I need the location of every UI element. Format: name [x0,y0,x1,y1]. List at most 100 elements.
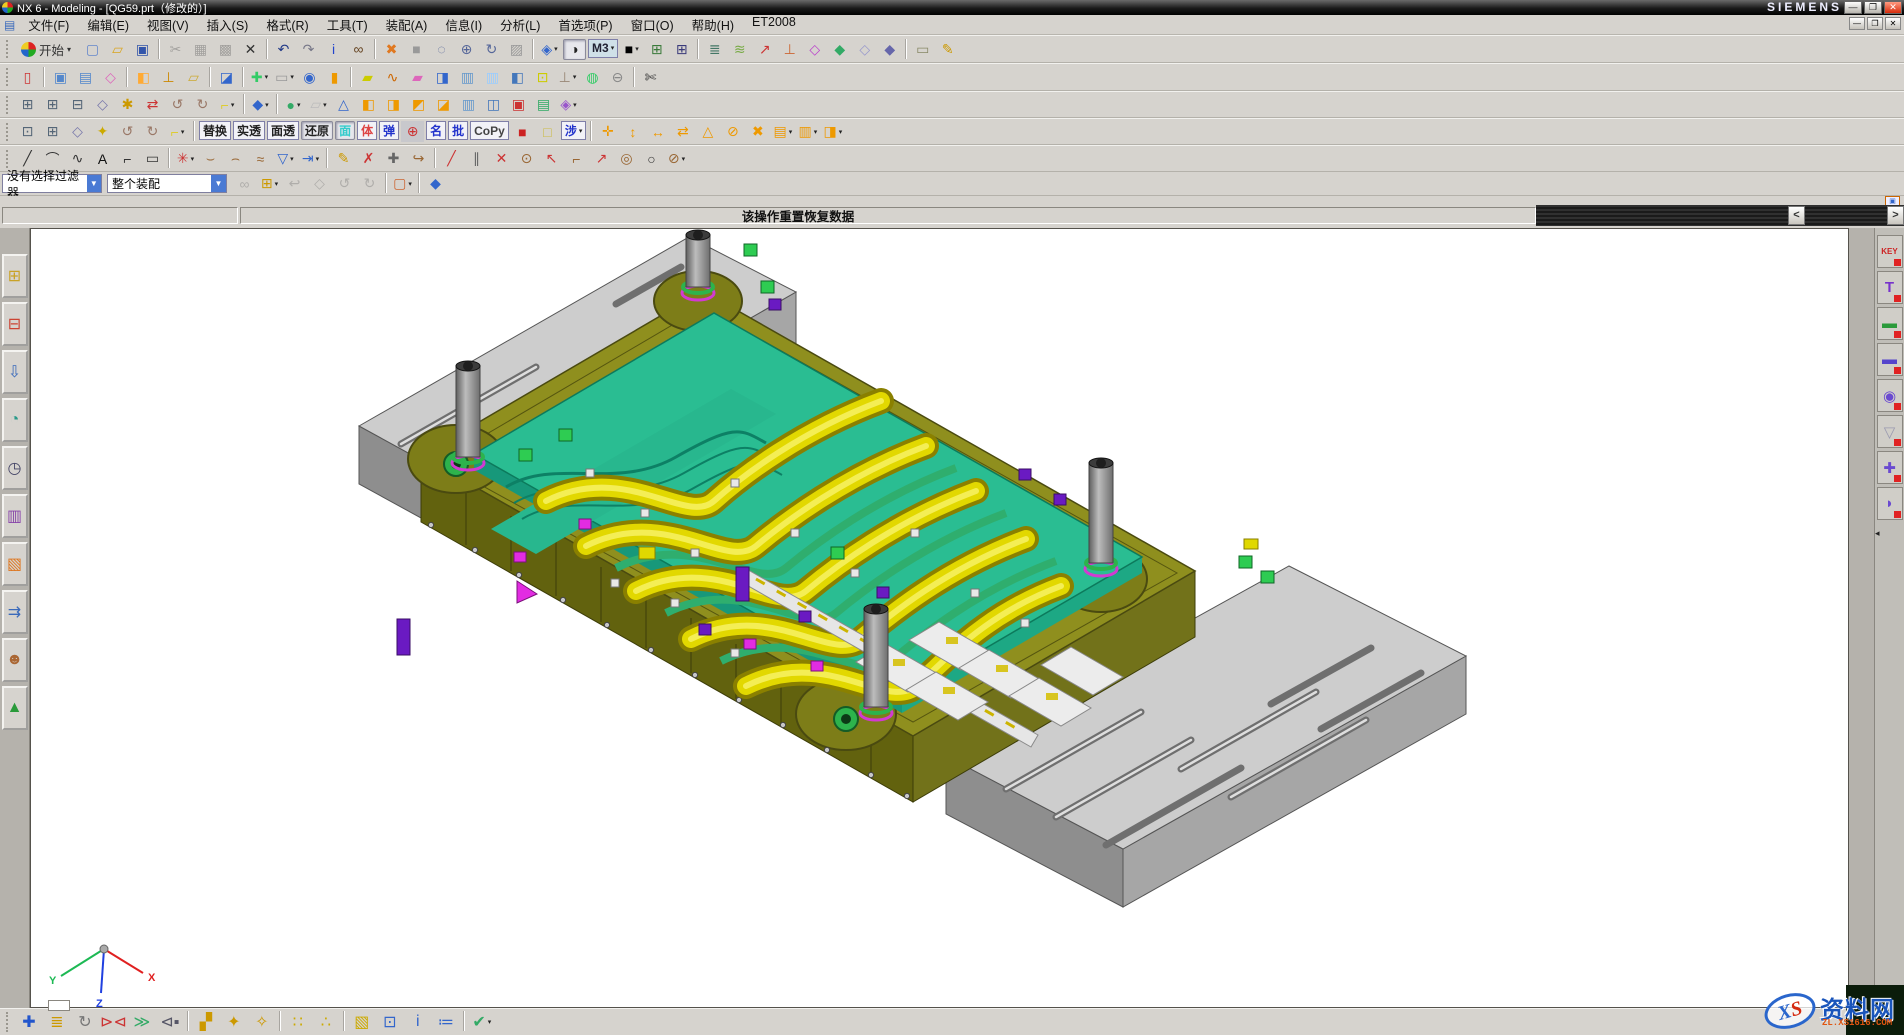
trim-corner-button[interactable]: ⌣ [199,148,222,169]
sphere-button[interactable]: ◉ [298,67,321,88]
fill-view-button[interactable]: ■ [405,39,428,60]
move-component-button[interactable]: ✛ [596,121,619,142]
body-button[interactable]: 体 [357,121,377,140]
find-button[interactable]: ∞ [347,39,370,60]
measure-button[interactable]: ▭ [911,39,934,60]
sheet-plane-button[interactable]: ▱ [307,94,330,115]
scroll-left-button[interactable]: < [1788,206,1805,225]
solid-transparent-button[interactable]: 实透 [233,121,265,140]
open-file-button[interactable]: ▱ [106,39,129,60]
tube-button[interactable]: ◪ [432,94,455,115]
undo-selection-button[interactable]: ↩ [283,173,306,194]
point-button[interactable]: ✚ [248,67,271,88]
menu-file[interactable]: 文件(F) [19,14,78,35]
funnel-library-item[interactable]: ▽ [1877,415,1903,448]
cross-library-item[interactable]: ✚ [1877,451,1903,484]
rotate-ccw-button[interactable]: ↺ [333,173,356,194]
point-set-button[interactable]: ✳ [174,148,197,169]
window-cube-button[interactable]: ⊡ [377,1011,403,1034]
sketch-button[interactable]: ▱ [182,67,205,88]
arc-left-button[interactable]: ↺ [166,94,189,115]
blue-block-library-item[interactable]: ▬ [1877,343,1903,376]
menu-edit[interactable]: 编辑(E) [78,14,138,35]
process-tab[interactable]: ⇉ [2,590,28,634]
red-feature-button[interactable]: ▣ [507,94,530,115]
delete-button[interactable]: ✕ [239,39,262,60]
text-curve-button[interactable]: A [91,148,114,169]
sheet-button[interactable]: ▰ [356,67,379,88]
green-block-library-item[interactable]: ▬ [1877,307,1903,340]
zoom-circle-button[interactable]: ◌ [430,39,453,60]
product-outline-button[interactable]: ▧ [349,1011,375,1034]
assembly-info-button[interactable]: i [405,1011,431,1034]
pair-component-button[interactable]: ▥ [796,121,819,142]
graphics-viewport[interactable]: Y X Z [30,228,1849,1008]
face-transparent-button[interactable]: 面透 [267,121,299,140]
role-palette-button[interactable]: ◇ [803,39,826,60]
diamond-view-button[interactable]: ◇ [66,121,89,142]
wave-editor-button[interactable]: ✦ [221,1011,247,1034]
menu-help[interactable]: 帮助(H) [683,14,743,35]
tube-arrow-button[interactable]: ⇥ [299,148,322,169]
assembly-navigator-tab[interactable]: ⊞ [2,254,28,298]
menu-assemblies[interactable]: 装配(A) [377,14,437,35]
align-component-button[interactable]: △ [696,121,719,142]
select-solid-button[interactable]: ◆ [424,173,447,194]
new-file-button[interactable]: ▢ [81,39,104,60]
corner2-button[interactable]: ⌐ [565,148,588,169]
assembly-check-button[interactable]: ✔ [469,1011,495,1034]
snap-point-button[interactable]: ⊞ [258,173,281,194]
cut-button[interactable]: ✂ [164,39,187,60]
edit-curve-button[interactable]: ✎ [332,148,355,169]
shell-button[interactable]: ◫ [482,94,505,115]
cylinder-button[interactable]: ◍ [581,67,604,88]
copy-tool-button[interactable]: CoPy [470,121,509,140]
plane-button[interactable]: ▭ [273,67,296,88]
snap-solid-button[interactable]: ◆ [878,39,901,60]
drag-component-button[interactable]: ↔ [646,121,669,142]
pair-faces-button[interactable]: ▥ [456,67,479,88]
datum-plane2-button[interactable]: ⊥ [556,67,579,88]
redo-button[interactable]: ↷ [297,39,320,60]
arrow-nw-button[interactable]: ↖ [540,148,563,169]
paste-component-button[interactable]: ▤ [771,121,794,142]
new-component-button[interactable]: ≣ [44,1011,70,1034]
flange-library-item[interactable]: ◉ [1877,379,1903,412]
cascade-window-button[interactable]: ⊞ [670,39,693,60]
divide-curve-button[interactable]: ≈ [249,148,272,169]
cross-curve-button[interactable]: ✕ [490,148,513,169]
mirror-assembly-button[interactable]: ∴ [313,1011,339,1034]
layer-settings-button[interactable]: ≣ [703,39,726,60]
solid-button[interactable]: ◨ [431,67,454,88]
view-cube-button[interactable]: ◈ [538,39,561,60]
pink-sheet-button[interactable]: ▰ [406,67,429,88]
boolean-button[interactable]: ◧ [132,67,155,88]
marquee-select-button[interactable]: ▢ [391,173,414,194]
subtract-button[interactable]: ⊖ [606,67,629,88]
sweep-button[interactable]: ◩ [407,94,430,115]
box-button[interactable]: ▮ [323,67,346,88]
restore-button[interactable]: 还原 [301,121,333,140]
orient-vector-button[interactable]: ↗ [753,39,776,60]
menu-et2008[interactable]: ET2008 [743,14,805,35]
constraint-navigator-tab[interactable]: ⊟ [2,302,28,346]
punch-library-item[interactable]: T [1877,271,1903,304]
interference-button[interactable]: 涉 [561,121,587,140]
die-assembly-3d-model[interactable]: Y X Z [31,229,1848,1007]
wave-geometry-button[interactable]: ▞ [193,1011,219,1034]
menu-tools[interactable]: 工具(T) [318,14,377,35]
save-button[interactable]: ▣ [131,39,154,60]
info-button[interactable]: i [322,39,345,60]
restore-button[interactable]: ❐ [1864,1,1882,14]
datum-plane-button[interactable]: ▯ [16,67,39,88]
pan-view-button[interactable]: ▨ [505,39,528,60]
delete-curve-button[interactable]: ✗ [357,148,380,169]
curve-surface-button[interactable]: ∿ [381,67,404,88]
child-minimize-button[interactable]: — [1849,17,1865,30]
scene-tab[interactable]: ▲ [2,686,28,730]
new-window-button[interactable]: ⊞ [645,39,668,60]
name-button[interactable]: 名 [426,121,446,140]
paste-button[interactable]: ▩ [214,39,237,60]
circle-button[interactable]: ○ [640,148,663,169]
green-feature-button[interactable]: ▤ [532,94,555,115]
